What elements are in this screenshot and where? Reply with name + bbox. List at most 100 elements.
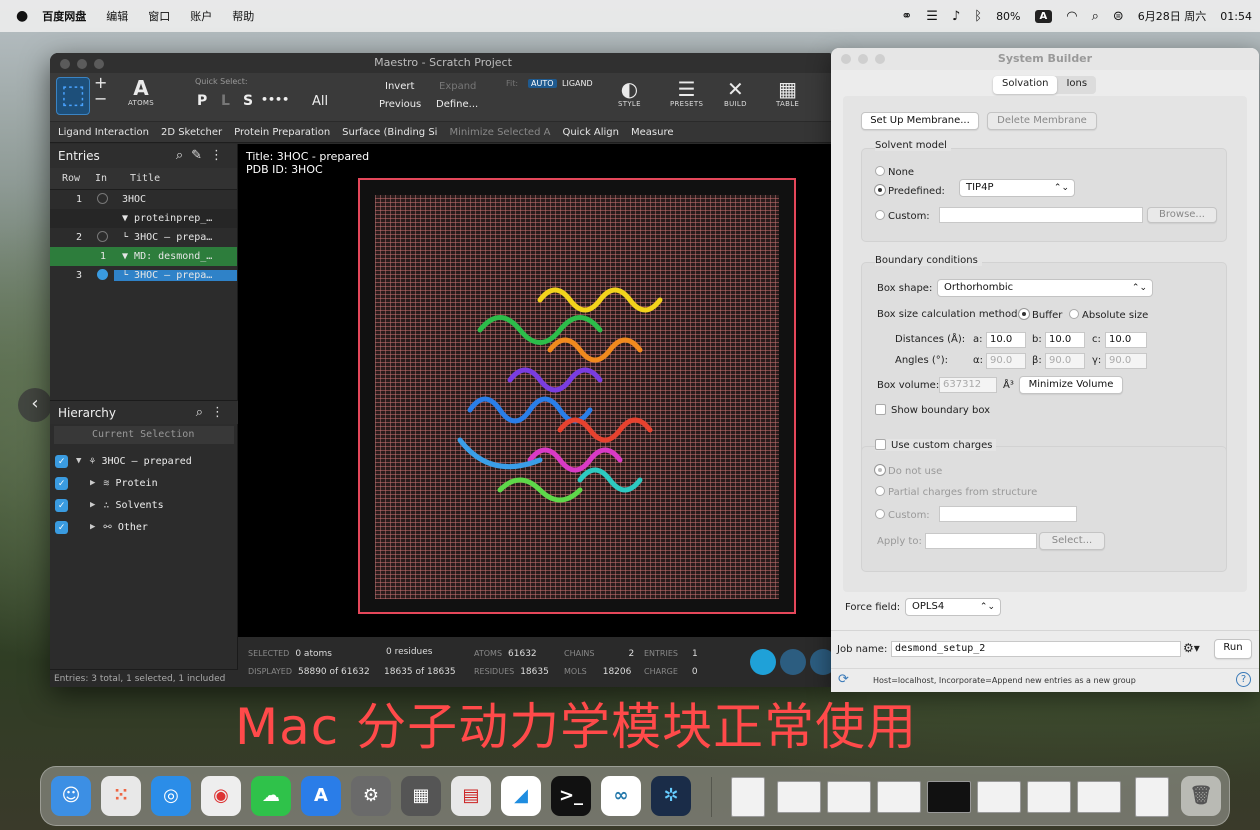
set-up-membrane-button[interactable]: Set Up Membrane...: [861, 112, 979, 130]
wf-measure[interactable]: Measure: [631, 127, 674, 138]
table-button[interactable]: ▦ TABLE: [776, 78, 799, 108]
help-icon[interactable]: ?: [1236, 672, 1251, 687]
previous-button[interactable]: Previous: [379, 99, 421, 110]
brush-icon[interactable]: ✎: [191, 148, 210, 163]
document-thumbnail[interactable]: [731, 777, 765, 817]
wf-quick-align[interactable]: Quick Align: [562, 127, 619, 138]
collapse-icon[interactable]: ▶: [90, 500, 95, 510]
distance-c-field[interactable]: 10.0: [1105, 332, 1147, 348]
zoom-dot-icon[interactable]: [875, 54, 885, 64]
minimize-volume-button[interactable]: Minimize Volume: [1019, 376, 1123, 394]
checkbox-checked[interactable]: ✓: [55, 476, 68, 490]
custom-solvent-field[interactable]: [939, 207, 1143, 223]
collapse-icon[interactable]: ▶: [90, 522, 95, 532]
window-thumbnail[interactable]: [827, 781, 871, 813]
pin-icon[interactable]: [780, 649, 806, 675]
menu-time[interactable]: 01:54: [1220, 10, 1252, 23]
gear-icon[interactable]: ⚙▾: [1183, 641, 1200, 655]
window-thumbnail[interactable]: [927, 781, 971, 813]
wf-2d-sketcher[interactable]: 2D Sketcher: [161, 127, 222, 138]
pdf-icon[interactable]: ▤: [451, 776, 491, 816]
window-thumbnail[interactable]: [1077, 781, 1121, 813]
expand-icon[interactable]: ▼: [76, 456, 81, 466]
document-thumbnail[interactable]: [1135, 777, 1169, 817]
show-boundary-checkbox[interactable]: Show boundary box: [875, 404, 990, 416]
hierarchy-item[interactable]: ✓ ▶ ∴ Solvents: [50, 494, 238, 516]
quick-select-more[interactable]: ••••: [261, 93, 289, 106]
hierarchy-item[interactable]: ✓ ▶ ≋ Protein: [50, 472, 238, 494]
predefined-solvent-select[interactable]: TIP4P ⌃⌄: [959, 179, 1075, 197]
radio-predefined[interactable]: Predefined:: [874, 184, 945, 197]
maestro-icon[interactable]: ✲: [651, 776, 691, 816]
menu-account[interactable]: 账户: [190, 8, 212, 24]
wf-surface[interactable]: Surface (Binding Si: [342, 127, 437, 138]
use-custom-charges-checkbox[interactable]: Use custom charges: [875, 439, 997, 451]
presets-button[interactable]: ☰ PRESETS: [670, 78, 703, 108]
finder-icon[interactable]: ☺: [51, 776, 91, 816]
drive-icon[interactable]: ☰: [926, 9, 938, 24]
search-icon[interactable]: ⌕: [176, 148, 191, 163]
back-arrow-icon[interactable]: ‹: [18, 388, 52, 422]
style-button[interactable]: ◐ STYLE: [618, 78, 641, 108]
wifi-icon[interactable]: ◠: [1066, 9, 1077, 24]
run-button[interactable]: Run: [1214, 639, 1252, 659]
app-store-icon[interactable]: A: [301, 776, 341, 816]
entry-row-selected[interactable]: 3 └ 3HOC – prepa…: [50, 266, 237, 285]
more-icon[interactable]: ⋮: [211, 405, 232, 420]
radio-absolute-size[interactable]: Absolute size: [1069, 309, 1148, 321]
baidu-netdisk-icon[interactable]: ∞: [601, 776, 641, 816]
menu-edit[interactable]: 编辑: [106, 8, 128, 24]
distance-a-field[interactable]: 10.0: [986, 332, 1026, 348]
menu-date[interactable]: 6月28日 周六: [1138, 8, 1207, 24]
tag-icon[interactable]: [750, 649, 776, 675]
quick-select-all[interactable]: All: [312, 94, 328, 109]
terminal-icon[interactable]: >_: [551, 776, 591, 816]
window-thumbnail[interactable]: [777, 781, 821, 813]
entry-row[interactable]: 1 3HOC: [50, 190, 237, 209]
build-button[interactable]: ✕ BUILD: [724, 78, 747, 108]
col-title[interactable]: Title: [118, 173, 160, 184]
calculator-icon[interactable]: ▦: [401, 776, 441, 816]
minimize-dot-icon[interactable]: [858, 54, 868, 64]
entry-group-row-md[interactable]: 1 ▼ MD: desmond_…: [50, 247, 237, 266]
browse-button[interactable]: Browse...: [1147, 207, 1217, 223]
col-row[interactable]: Row: [50, 173, 84, 184]
refresh-icon[interactable]: ⟳: [838, 672, 849, 687]
define-button[interactable]: Define...: [436, 99, 478, 110]
radio-custom-solvent[interactable]: Custom:: [875, 210, 930, 222]
menu-window[interactable]: 窗口: [148, 8, 170, 24]
3d-workspace[interactable]: Title: 3HOC - prepared PDB ID: 3HOC: [238, 144, 836, 637]
col-in[interactable]: In: [84, 173, 118, 184]
checkbox-checked[interactable]: ✓: [55, 520, 68, 534]
force-field-select[interactable]: OPLS4 ⌃⌄: [905, 598, 1001, 616]
entry-row[interactable]: 2 └ 3HOC – prepa…: [50, 228, 237, 247]
battery-percent[interactable]: 80%: [996, 10, 1020, 23]
wf-ligand-interaction[interactable]: Ligand Interaction: [58, 127, 149, 138]
window-thumbnail[interactable]: [877, 781, 921, 813]
safari-icon[interactable]: ◎: [151, 776, 191, 816]
include-toggle[interactable]: [96, 268, 108, 280]
select-tool-icon[interactable]: ⬚: [56, 77, 90, 115]
invert-button[interactable]: Invert: [385, 81, 414, 92]
search-icon[interactable]: ⌕: [1092, 9, 1099, 24]
search-icon[interactable]: ⌕: [196, 405, 211, 420]
entry-group-row[interactable]: ▼ proteinprep_…: [50, 209, 237, 228]
control-center-icon[interactable]: ⊜: [1113, 9, 1124, 24]
volume-icon[interactable]: ♪: [952, 9, 960, 24]
window-thumbnail[interactable]: [977, 781, 1021, 813]
hierarchy-item[interactable]: ✓ ▼ ⚘ 3HOC – prepared: [50, 450, 238, 472]
input-source-badge[interactable]: A: [1034, 9, 1053, 23]
menu-help[interactable]: 帮助: [232, 8, 254, 24]
checkbox-checked[interactable]: ✓: [55, 498, 68, 512]
tab-solvation[interactable]: Solvation: [993, 76, 1058, 94]
fit-auto-button[interactable]: AUTO: [528, 78, 557, 89]
system-settings-icon[interactable]: ⚙: [351, 776, 391, 816]
radio-buffer[interactable]: Buffer: [1018, 308, 1062, 321]
lark-icon[interactable]: ◢: [501, 776, 541, 816]
apple-icon[interactable]: ●: [16, 8, 28, 24]
collapse-icon[interactable]: ▶: [90, 478, 95, 488]
tab-ions[interactable]: Ions: [1057, 76, 1096, 94]
checkbox-checked[interactable]: ✓: [55, 454, 68, 468]
job-name-field[interactable]: desmond_setup_2: [891, 641, 1181, 657]
wechat-icon[interactable]: ☁: [251, 776, 291, 816]
